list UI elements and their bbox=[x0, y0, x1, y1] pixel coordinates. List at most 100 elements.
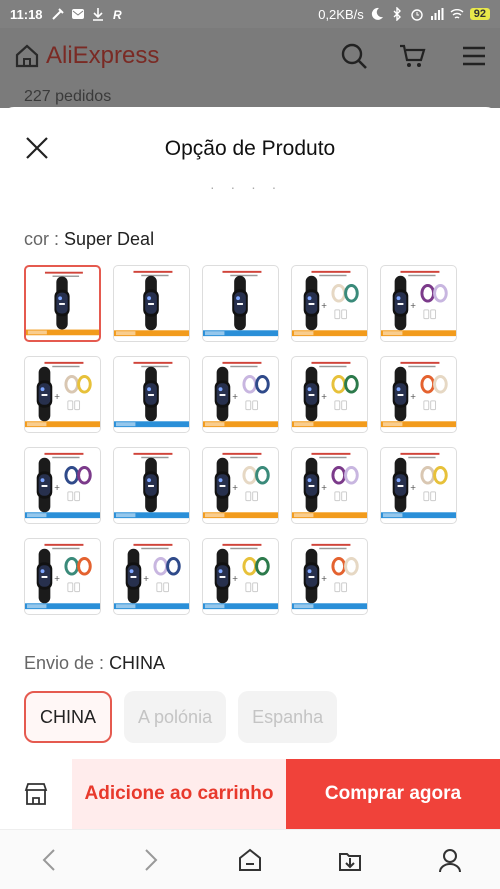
color-variant-option[interactable] bbox=[24, 265, 101, 342]
color-label: cor : bbox=[24, 229, 65, 249]
product-option-sheet: Opção de Produto · · · · cor : Super Dea… bbox=[0, 107, 500, 829]
ship-label: Envio de : bbox=[24, 653, 110, 673]
navigation-bar bbox=[0, 829, 500, 889]
app-r-icon: R bbox=[113, 8, 122, 21]
color-variant-option[interactable]: + bbox=[202, 447, 279, 524]
wifi-icon bbox=[450, 9, 464, 19]
store-icon bbox=[24, 783, 48, 805]
svg-text:+: + bbox=[321, 301, 327, 312]
logo-text: AliExpress bbox=[46, 42, 160, 69]
band-product-image: + bbox=[25, 543, 100, 610]
color-variant-option[interactable]: + bbox=[202, 538, 279, 615]
network-speed: 0,2KB/s bbox=[318, 6, 364, 22]
color-variant-option[interactable]: + bbox=[113, 538, 190, 615]
band-product-image: + bbox=[203, 361, 278, 428]
color-variant-option[interactable]: + bbox=[380, 356, 457, 433]
color-variant-option[interactable]: + bbox=[380, 447, 457, 524]
band-product-image: + bbox=[25, 361, 100, 428]
action-bar: Adicione ao carrinho Comprar agora bbox=[0, 759, 500, 829]
download-icon bbox=[92, 8, 103, 21]
svg-text:+: + bbox=[54, 483, 60, 494]
band-product-image bbox=[203, 270, 278, 337]
band-product-image bbox=[114, 270, 189, 337]
svg-text:+: + bbox=[54, 574, 60, 585]
profile-icon[interactable] bbox=[436, 846, 464, 874]
band-product-image: + bbox=[203, 543, 278, 610]
band-product-image: + bbox=[381, 361, 456, 428]
cart-icon[interactable] bbox=[398, 42, 426, 70]
signal-icon bbox=[430, 8, 444, 20]
color-variant-option[interactable]: + bbox=[291, 356, 368, 433]
app-header: AliExpress 227 pedidos bbox=[0, 28, 500, 108]
ship-option-china[interactable]: CHINA bbox=[24, 691, 113, 743]
home-icon bbox=[15, 44, 39, 68]
band-product-image bbox=[114, 452, 189, 519]
status-bar: 11:18 R 0,2KB/s 92 bbox=[0, 0, 500, 28]
menu-icon[interactable] bbox=[460, 42, 488, 70]
svg-text:+: + bbox=[321, 483, 327, 494]
sheet-title: Opção de Produto bbox=[164, 137, 336, 160]
ship-option-spain[interactable]: Espanha bbox=[238, 691, 338, 743]
add-to-cart-button[interactable]: Adicione ao carrinho bbox=[72, 759, 286, 829]
svg-text:+: + bbox=[232, 392, 238, 403]
color-variant-option[interactable]: + bbox=[24, 356, 101, 433]
svg-text:+: + bbox=[410, 392, 416, 403]
color-value: Super Deal bbox=[64, 229, 155, 249]
color-variant-option[interactable]: + bbox=[291, 265, 368, 342]
back-icon[interactable] bbox=[36, 846, 64, 874]
search-icon[interactable] bbox=[340, 42, 368, 70]
ship-option-poland[interactable]: A polónia bbox=[124, 691, 227, 743]
color-variant-grid: + + + + + + + + + + + + + + bbox=[24, 265, 464, 615]
alarm-icon bbox=[411, 9, 423, 21]
notification-icons: R bbox=[51, 7, 125, 21]
band-product-image: + bbox=[292, 543, 367, 610]
color-variant-option[interactable]: + bbox=[24, 538, 101, 615]
band-product-image: + bbox=[25, 452, 100, 519]
store-button[interactable] bbox=[0, 759, 72, 829]
ship-label-row: Envio de : CHINA bbox=[24, 653, 165, 674]
forward-icon[interactable] bbox=[136, 846, 164, 874]
color-variant-option[interactable]: + bbox=[291, 447, 368, 524]
svg-text:+: + bbox=[410, 483, 416, 494]
orders-count: 227 pedidos bbox=[24, 88, 112, 105]
color-variant-option[interactable]: + bbox=[291, 538, 368, 615]
band-product-image bbox=[26, 271, 99, 336]
band-product-image: + bbox=[381, 270, 456, 337]
moon-icon bbox=[371, 7, 383, 20]
bluetooth-icon bbox=[393, 7, 401, 21]
svg-text:+: + bbox=[232, 483, 238, 494]
color-variant-option[interactable] bbox=[202, 265, 279, 342]
color-variant-option[interactable]: + bbox=[380, 265, 457, 342]
band-product-image: + bbox=[203, 452, 278, 519]
faint-separator: · · · · bbox=[210, 179, 283, 195]
home-nav-icon[interactable] bbox=[236, 846, 264, 874]
tools-icon bbox=[51, 8, 64, 20]
band-product-image: + bbox=[292, 270, 367, 337]
svg-text:+: + bbox=[321, 574, 327, 585]
color-variant-option[interactable] bbox=[113, 447, 190, 524]
downloads-icon[interactable] bbox=[336, 846, 364, 874]
svg-text:+: + bbox=[321, 392, 327, 403]
svg-text:+: + bbox=[54, 392, 60, 403]
color-variant-option[interactable]: + bbox=[24, 447, 101, 524]
buy-now-button[interactable]: Comprar agora bbox=[286, 759, 500, 829]
color-variant-option[interactable] bbox=[113, 265, 190, 342]
mail-icon bbox=[71, 9, 84, 19]
ship-value: CHINA bbox=[109, 653, 166, 673]
svg-text:+: + bbox=[143, 574, 149, 585]
svg-text:+: + bbox=[410, 301, 416, 312]
ship-options: CHINA A polónia Espanha bbox=[24, 691, 338, 743]
svg-text:+: + bbox=[232, 574, 238, 585]
band-product-image: + bbox=[114, 543, 189, 610]
band-product-image: + bbox=[292, 452, 367, 519]
status-time: 11:18 bbox=[10, 6, 43, 22]
svg-text:R: R bbox=[113, 8, 122, 21]
band-product-image bbox=[114, 361, 189, 428]
aliexpress-logo[interactable]: AliExpress bbox=[14, 42, 159, 70]
color-label-row: cor : Super Deal bbox=[24, 229, 154, 250]
color-variant-option[interactable] bbox=[113, 356, 190, 433]
band-product-image: + bbox=[381, 452, 456, 519]
battery-level: 92 bbox=[469, 8, 490, 20]
band-product-image: + bbox=[292, 361, 367, 428]
color-variant-option[interactable]: + bbox=[202, 356, 279, 433]
